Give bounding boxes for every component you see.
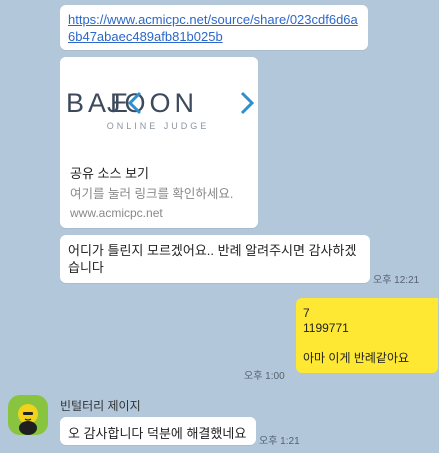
logo-right-chevron-icon xyxy=(240,91,255,115)
sender-name: 빈털터리 제이지 xyxy=(60,399,141,413)
link-preview-card[interactable]: BAE JOON ONLINE JUDGE 공유 소스 보기 여기를 눌러 링크… xyxy=(60,57,258,228)
shared-source-link[interactable]: https://www.acmicpc.net/source/share/023… xyxy=(68,11,360,45)
baekjoon-logo: BAE JOON ONLINE JUDGE xyxy=(60,57,258,153)
my-reply-bubble: 7 1199771 아마 이게 반례같아요 xyxy=(296,298,438,373)
thanks-timestamp: 오후 1:21 xyxy=(259,436,300,447)
avatar[interactable] xyxy=(8,395,48,435)
thanks-message-bubble: 오 감사합니다 덕분에 해결했네요 xyxy=(60,417,256,445)
avatar-character-icon xyxy=(18,404,38,435)
logo-subtitle: ONLINE JUDGE xyxy=(107,121,210,131)
my-reply-text: 7 1199771 아마 이게 반례같아요 xyxy=(303,306,410,365)
card-description: 여기를 눌러 링크를 확인하세요. xyxy=(70,187,234,201)
logo-text-right: JOON xyxy=(107,88,198,118)
thanks-message-text: 오 감사합니다 덕분에 해결했네요 xyxy=(68,426,247,441)
question-timestamp: 오후 12:21 xyxy=(373,275,420,286)
question-message-text: 어디가 틀린지 모르겠어요.. 반례 알려주시면 감사하겠습니다 xyxy=(68,243,357,275)
link-message-bubble: https://www.acmicpc.net/source/share/023… xyxy=(60,5,368,50)
my-reply-timestamp: 오후 1:00 xyxy=(244,371,285,382)
card-domain: www.acmicpc.net xyxy=(70,206,163,220)
card-title: 공유 소스 보기 xyxy=(70,166,149,181)
question-message-bubble: 어디가 틀린지 모르겠어요.. 반례 알려주시면 감사하겠습니다 xyxy=(60,235,370,283)
